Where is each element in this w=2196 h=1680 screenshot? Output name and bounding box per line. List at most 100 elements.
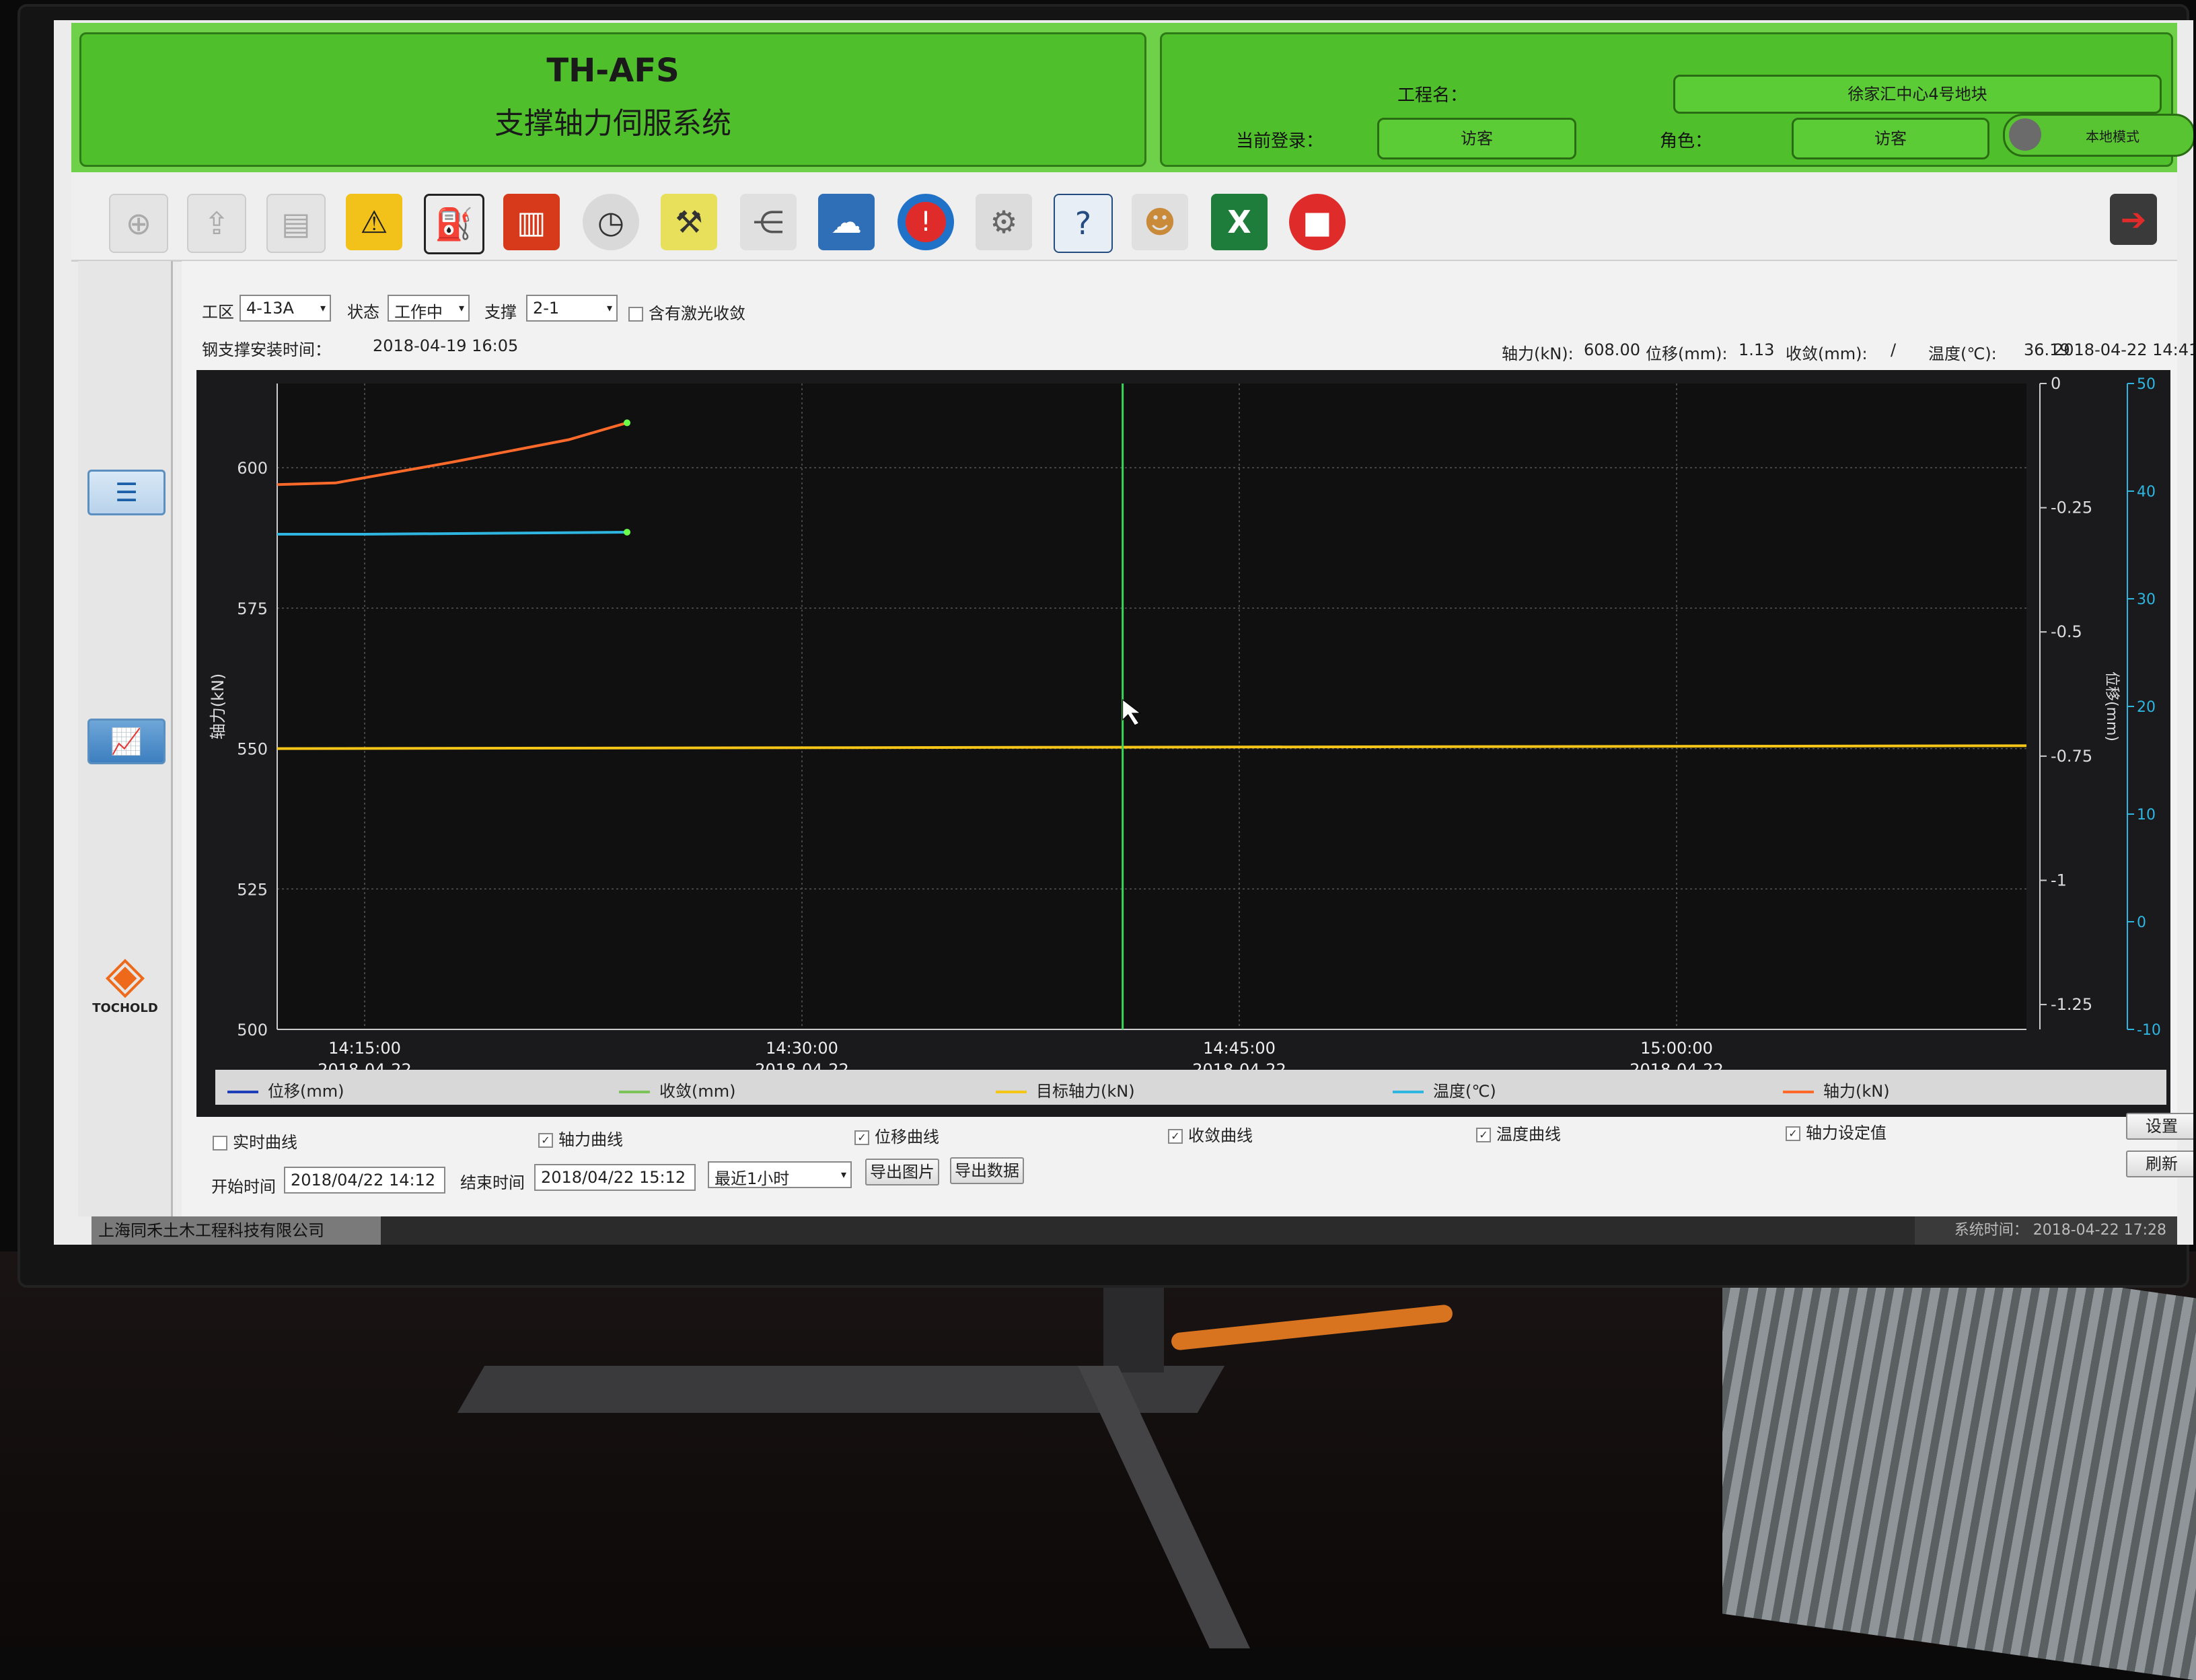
x-tick-label: 14:15:00 [328, 1039, 401, 1058]
legend-item-displacement[interactable]: 位移(mm) [227, 1078, 344, 1101]
main-content: 工区 4-13A ▾ 状态 工作中 ▾ 支撑 2-1 ▾ 含有激光收敛 钢支撑安装时间… [182, 261, 2193, 1216]
side-nav: ☰ 📈 ◈ TOCHOLD [78, 261, 173, 1216]
app-header: TH-AFS 支撑轴力伺服系统 工程名： 徐家汇中心4号地块 当前登录： 访客 … [71, 23, 2193, 172]
jack-icon[interactable]: ⚒ [661, 194, 717, 250]
login-field: 访客 [1377, 118, 1576, 159]
export-image-button[interactable]: 导出图片 [865, 1159, 939, 1185]
legend-item-convergence[interactable]: 收敛(mm) [619, 1078, 735, 1101]
settings-gear-icon[interactable]: ⚙ [976, 194, 1032, 250]
toolbar: ⊕ ⇪ ▤ ⚠ ⛽ ▥ ◷ ⚒ ⋲ ☁ ! ⚙ ? ☻ X ■ ➔ [71, 172, 2177, 262]
y2-tick-label: -0.25 [2051, 499, 2092, 517]
start-time-value: 2018/04/22 14:12 [291, 1171, 436, 1190]
app-title: 支撑轴力伺服系统 [495, 106, 731, 141]
chevron-down-icon: ▾ [606, 301, 612, 314]
realtime-option[interactable]: 实时曲线 [213, 1129, 297, 1153]
stop-icon[interactable]: ■ [1289, 194, 1346, 250]
realtime-label: 实时曲线 [233, 1133, 297, 1152]
series-end-point [624, 419, 630, 427]
laser-option[interactable]: 含有激光收敛 [628, 300, 745, 324]
construction-barrier-icon[interactable]: ⚠ [346, 194, 402, 250]
zone-value: 4-13A [246, 299, 294, 318]
y3-tick-label: 50 [2137, 376, 2156, 393]
app-window: TH-AFS 支撑轴力伺服系统 工程名： 徐家汇中心4号地块 当前登录： 访客 … [54, 20, 2193, 1245]
axial-curve-checkbox[interactable]: ✓ [538, 1133, 553, 1148]
target-checkbox[interactable]: ✓ [1786, 1126, 1800, 1141]
title-panel: TH-AFS 支撑轴力伺服系统 [79, 32, 1146, 167]
end-time-input[interactable]: 2018/04/22 15:12 [534, 1164, 696, 1191]
legend-label: 目标轴力(kN) [1036, 1082, 1135, 1101]
state-select[interactable]: 工作中 ▾ [388, 295, 470, 322]
trend-chart[interactable]: 50052555057560014:15:002018-04-2214:30:0… [196, 370, 2170, 1070]
refresh-button[interactable]: 刷新 [2126, 1151, 2193, 1177]
conv-curve-checkbox[interactable]: ✓ [1168, 1129, 1183, 1144]
export-data-button[interactable]: 导出数据 [950, 1157, 1024, 1184]
readout-temp-label: 温度(℃): [1928, 344, 1997, 363]
role-label: 角色： [1660, 131, 1713, 151]
y2-axis-title: 位移(mm) [2103, 671, 2120, 741]
temp-curve-option[interactable]: ✓ 温度曲线 [1476, 1121, 1561, 1144]
hydraulic-unit-icon[interactable]: ▥ [503, 194, 560, 250]
company-logo: ◈ TOCHOLD [92, 944, 159, 1016]
logo-mark-icon: ◈ [105, 944, 145, 1004]
monitor-bezel: TH-AFS 支撑轴力伺服系统 工程名： 徐家汇中心4号地块 当前登录： 访客 … [20, 7, 2193, 1285]
legend-swatch [619, 1091, 650, 1093]
zone-select[interactable]: 4-13A ▾ [240, 295, 331, 322]
laser-label: 含有激光收敛 [649, 304, 745, 323]
axial-curve-label: 轴力曲线 [558, 1130, 623, 1149]
series-end-point [624, 528, 630, 536]
y-tick-label: 500 [237, 1021, 268, 1039]
install-time-value: 2018-04-19 16:05 [373, 336, 519, 355]
state-value: 工作中 [394, 303, 443, 322]
excel-icon[interactable]: X [1211, 194, 1268, 250]
legend-label: 收敛(mm) [659, 1082, 736, 1101]
legend-item-target-axial[interactable]: 目标轴力(kN) [996, 1078, 1135, 1101]
x-tick-date: 2018-04-22 [318, 1060, 411, 1070]
legend-item-axial[interactable]: 轴力(kN) [1783, 1078, 1890, 1101]
document-icon[interactable]: ▤ [266, 194, 326, 253]
disp-curve-checkbox[interactable]: ✓ [854, 1130, 869, 1145]
open-folder-icon[interactable]: ⇪ [187, 194, 246, 253]
alarm-icon[interactable]: ! [898, 194, 954, 250]
laser-checkbox[interactable] [628, 307, 643, 322]
role-field: 访客 [1792, 118, 1989, 159]
list-view-button[interactable]: ☰ [87, 470, 166, 515]
company-name: 上海同禾土木工程科技有限公司 [92, 1216, 381, 1245]
start-time-label: 开始时间 [211, 1177, 276, 1196]
exit-icon[interactable]: ➔ [2110, 194, 2157, 245]
range-value: 最近1小时 [715, 1169, 790, 1188]
new-file-icon[interactable]: ⊕ [109, 194, 168, 253]
temp-curve-checkbox[interactable]: ✓ [1476, 1128, 1491, 1142]
target-option[interactable]: ✓ 轴力设定值 [1786, 1120, 1887, 1143]
target-label: 轴力设定值 [1806, 1124, 1887, 1142]
gauge-icon[interactable]: ◷ [583, 194, 639, 250]
settings-button[interactable]: 设置 [2126, 1113, 2193, 1140]
realtime-checkbox[interactable] [213, 1136, 227, 1151]
readout-axial-label: 轴力(kN): [1502, 344, 1574, 363]
share-icon[interactable]: ⋲ [740, 194, 797, 250]
y-tick-label: 550 [237, 740, 268, 759]
install-time-label: 钢支撑安装时间： [202, 340, 331, 359]
legend-label: 温度(℃) [1433, 1082, 1496, 1101]
help-icon[interactable]: ? [1054, 194, 1113, 253]
y3-tick-label: -10 [2137, 1022, 2161, 1039]
login-label: 当前登录： [1236, 131, 1324, 151]
conv-curve-option[interactable]: ✓ 收敛曲线 [1168, 1122, 1253, 1146]
start-time-input[interactable]: 2018/04/22 14:12 [284, 1167, 445, 1194]
legend-item-temperature[interactable]: 温度(℃) [1393, 1078, 1496, 1101]
local-mode-toggle[interactable]: 本地模式 [2003, 114, 2193, 157]
range-select[interactable]: 最近1小时 ▾ [708, 1161, 852, 1188]
user-icon[interactable]: ☻ [1132, 194, 1188, 250]
disp-curve-option[interactable]: ✓ 位移曲线 [854, 1124, 939, 1147]
y3-tick-label: 10 [2137, 807, 2156, 824]
fuel-pump-icon[interactable]: ⛽ [424, 194, 484, 254]
y3-axis-title: 温度(℃) [2169, 678, 2170, 735]
legend-label: 轴力(kN) [1823, 1082, 1890, 1101]
chart-panel: 500 525 550 575 600 14:15:00 2018-04-22 14:30:0… [196, 370, 2170, 1117]
axial-curve-option[interactable]: ✓ 轴力曲线 [538, 1126, 623, 1150]
chart-view-button[interactable]: 📈 [87, 719, 166, 764]
readout-disp-label: 位移(mm): [1646, 344, 1728, 363]
cloud-download-icon[interactable]: ☁ [818, 194, 875, 250]
logo-word: TOCHOLD [92, 1001, 158, 1015]
x-tick-label: 14:45:00 [1203, 1039, 1276, 1058]
support-select[interactable]: 2-1 ▾ [526, 295, 618, 322]
